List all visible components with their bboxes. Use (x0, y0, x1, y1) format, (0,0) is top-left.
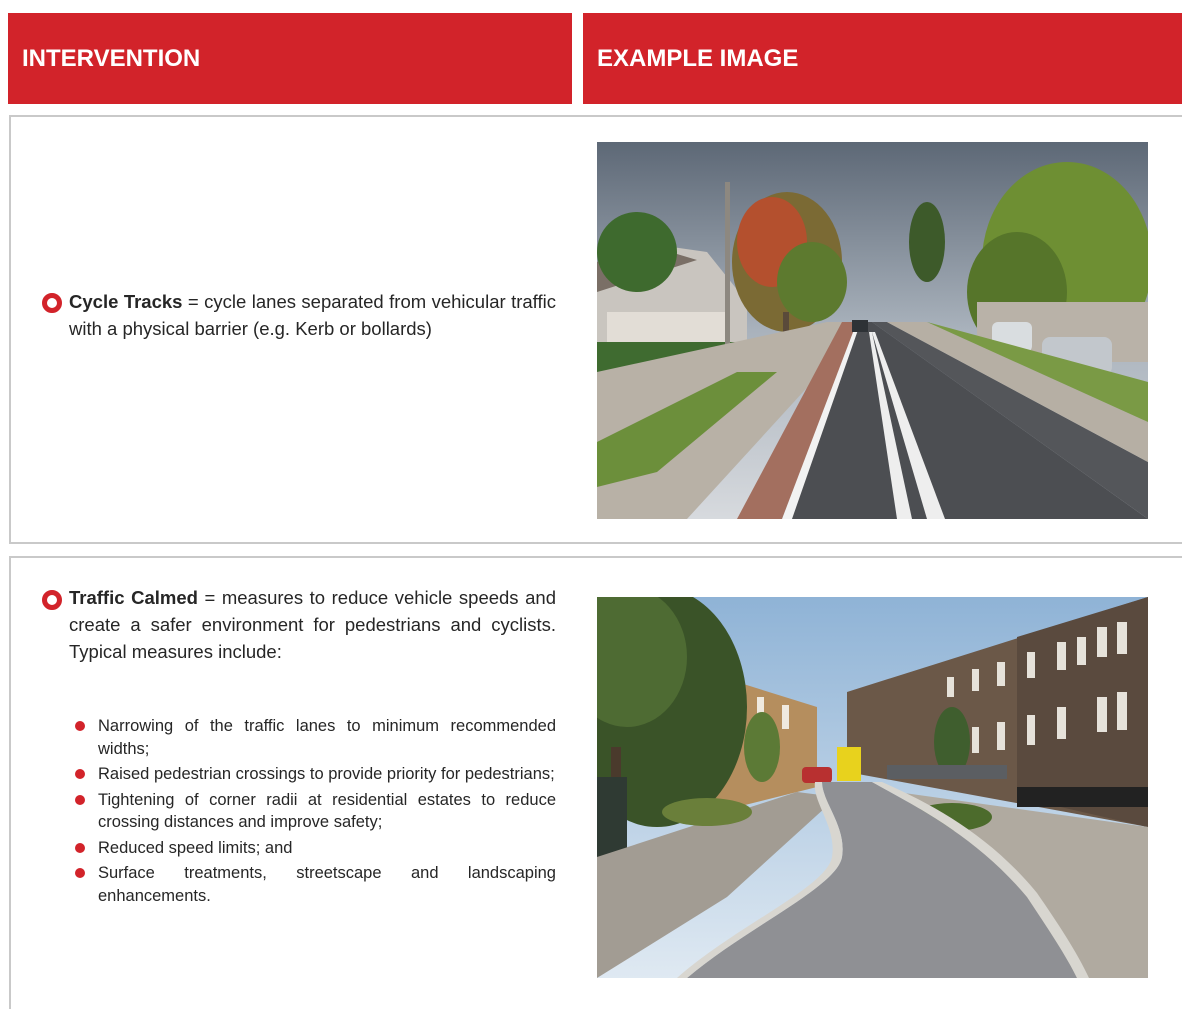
measure-text: Tightening of corner radii at residentia… (98, 790, 556, 832)
list-item: Tightening of corner radii at residentia… (75, 789, 556, 834)
dot-bullet-icon (75, 794, 85, 805)
traffic-calmed-street-photo (597, 597, 1148, 978)
header-example-image: EXAMPLE IMAGE (583, 13, 1182, 104)
ring-bullet-icon (42, 590, 62, 610)
header-example-image-label: EXAMPLE IMAGE (597, 44, 799, 72)
list-item: Reduced speed limits; and (75, 837, 556, 860)
measure-text: Raised pedestrian crossings to provide p… (98, 765, 555, 783)
dot-bullet-icon (75, 842, 85, 853)
dot-bullet-icon (75, 769, 85, 779)
cycle-track-photo (597, 142, 1148, 519)
cycle-tracks-text: Cycle Tracks = cycle lanes separated fro… (69, 288, 556, 342)
measure-text: Surface treatments, streetscape and land… (98, 864, 556, 905)
dot-bullet-icon (75, 868, 85, 878)
header-intervention-label: INTERVENTION (22, 44, 201, 72)
measure-text: Narrowing of the traffic lanes to minimu… (98, 717, 556, 758)
dot-bullet-icon (75, 721, 85, 731)
measure-text: Reduced speed limits; and (98, 838, 293, 857)
list-item: Narrowing of the traffic lanes to minimu… (75, 715, 556, 760)
traffic-calmed-text: Traffic Calmed = measures to reduce vehi… (69, 584, 556, 665)
ring-bullet-icon (42, 293, 62, 313)
header-intervention: INTERVENTION (8, 13, 572, 104)
list-item: Raised pedestrian crossings to provide p… (75, 763, 556, 786)
cycle-tracks-term: Cycle Tracks (69, 291, 183, 312)
traffic-calmed-measures-list: Narrowing of the traffic lanes to minimu… (75, 715, 556, 910)
list-item: Surface treatments, streetscape and land… (75, 862, 556, 907)
traffic-calmed-term: Traffic Calmed (69, 587, 198, 608)
